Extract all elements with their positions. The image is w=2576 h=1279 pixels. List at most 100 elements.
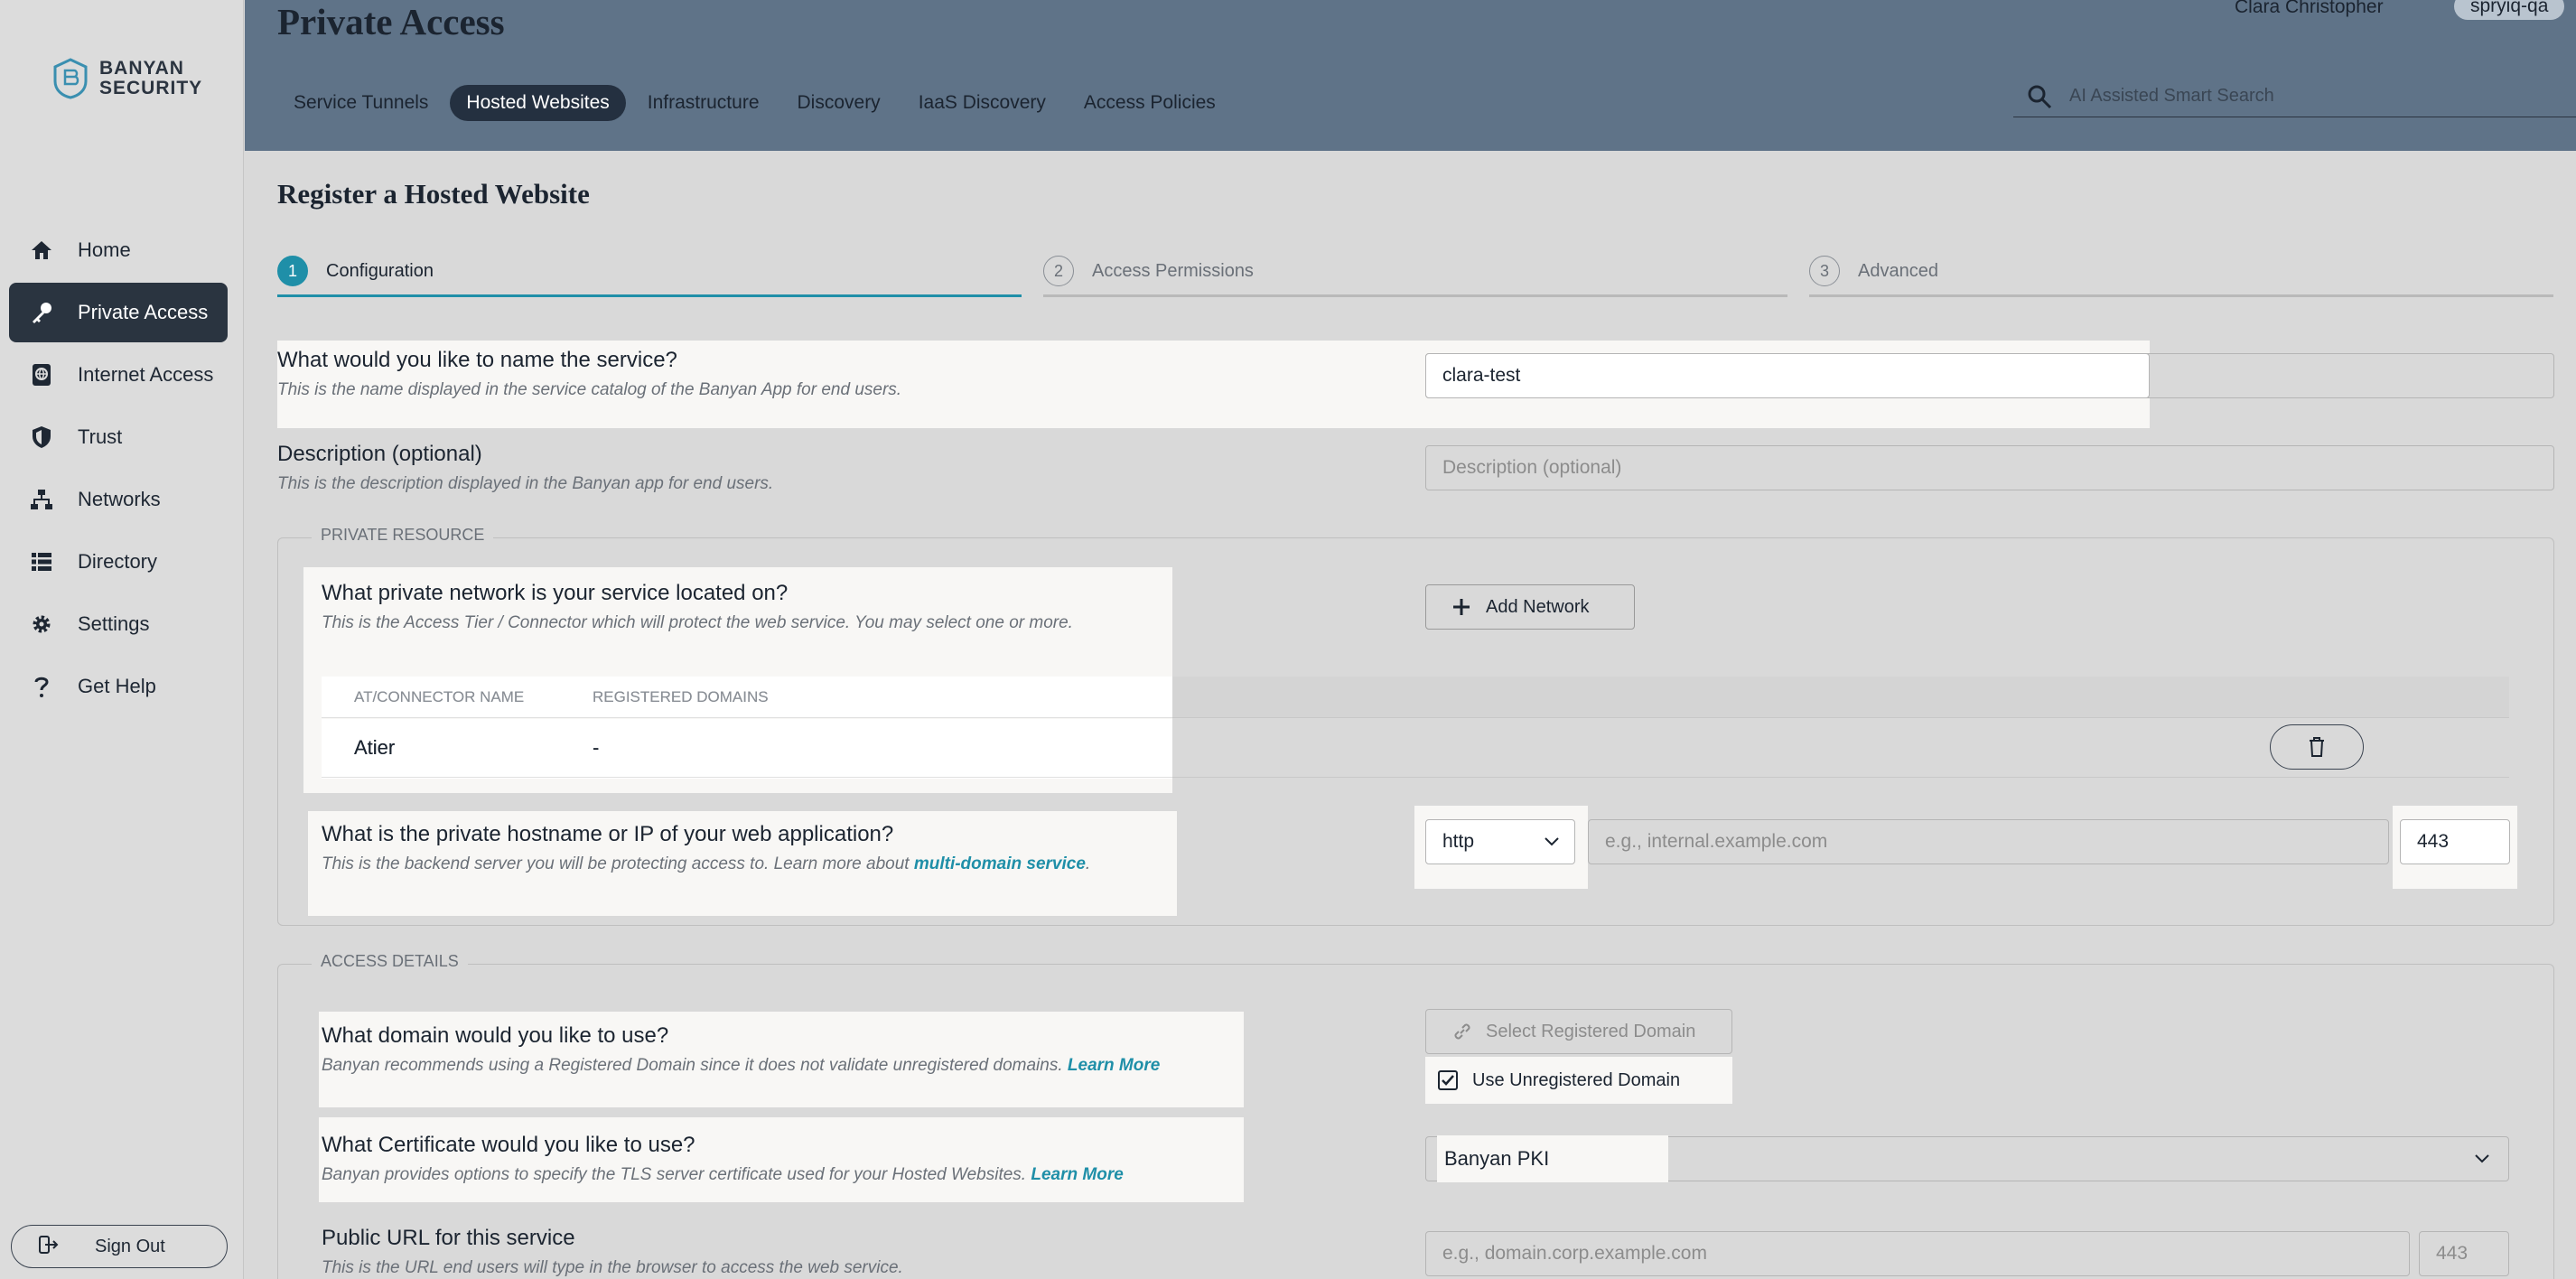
wizard-steps: 1 Configuration 2 Access Permissions 3 A… xyxy=(277,252,2553,297)
add-network-label: Add Network xyxy=(1486,596,1590,617)
sidebar-item-directory[interactable]: Directory xyxy=(9,532,228,592)
list-icon xyxy=(29,549,54,574)
home-icon xyxy=(29,238,54,263)
port-value: 443 xyxy=(2417,831,2450,852)
page-title: Private Access xyxy=(277,1,505,42)
tab-iaas-discovery[interactable]: IaaS Discovery xyxy=(902,85,1062,121)
learn-more-link[interactable]: Learn More xyxy=(1068,1056,1160,1075)
cert-question: What Certificate would you like to use? … xyxy=(322,1133,1124,1185)
sidebar-item-private-access[interactable]: Private Access xyxy=(9,283,228,342)
name-question: What would you like to name the service?… xyxy=(277,348,901,400)
chevron-down-icon xyxy=(2475,1154,2489,1163)
tab-service-tunnels[interactable]: Service Tunnels xyxy=(277,85,444,121)
host-help-text: This is the backend server you will be p… xyxy=(322,854,910,873)
host-question: What is the private hostname or IP of yo… xyxy=(322,822,1090,874)
key-icon xyxy=(29,300,54,325)
service-name-input[interactable]: clara-test xyxy=(1425,353,2150,398)
description-question: Description (optional) This is the descr… xyxy=(277,442,773,494)
registered-domains: - xyxy=(593,735,600,759)
step-label: Access Permissions xyxy=(1092,261,1254,281)
tab-infrastructure[interactable]: Infrastructure xyxy=(631,85,776,121)
description-input[interactable]: Description (optional) xyxy=(1425,445,2554,490)
org-badge[interactable]: spryiq-qa xyxy=(2454,0,2565,20)
sidebar-item-label: Directory xyxy=(78,550,158,573)
protocol-value: http xyxy=(1442,831,1475,852)
public-url-input[interactable]: e.g., domain.corp.example.com xyxy=(1425,1231,2410,1276)
main-content: Register a Hosted Website 1 Configuratio… xyxy=(245,151,2576,1279)
add-network-button[interactable]: Add Network xyxy=(1425,584,1635,630)
user-name[interactable]: Clara Christopher xyxy=(2235,0,2384,18)
sidebar-item-home[interactable]: Home xyxy=(9,220,228,280)
search-icon xyxy=(2028,85,2052,108)
step-configuration[interactable]: 1 Configuration xyxy=(277,252,1022,297)
question-title: What Certificate would you like to use? xyxy=(322,1133,695,1157)
section-tabs: Service Tunnels Hosted Websites Infrastr… xyxy=(277,85,1232,121)
public-url-port-value: 443 xyxy=(2436,1243,2469,1264)
smart-search xyxy=(2013,76,2576,117)
step-access-permissions[interactable]: 2 Access Permissions xyxy=(1043,252,1787,297)
tab-hosted-websites[interactable]: Hosted Websites xyxy=(450,85,626,121)
unregistered-label[interactable]: Use Unregistered Domain xyxy=(1472,1070,1680,1091)
sidebar-item-trust[interactable]: Trust xyxy=(9,407,228,467)
question-title: Public URL for this service xyxy=(322,1226,575,1250)
domain-question: What domain would you like to use? Banya… xyxy=(322,1023,1160,1076)
sidebar-item-get-help[interactable]: Get Help xyxy=(9,657,228,716)
port-input[interactable]: 443 xyxy=(2400,819,2510,864)
question-title: What is the private hostname or IP of yo… xyxy=(322,822,894,846)
public-url-placeholder: e.g., domain.corp.example.com xyxy=(1442,1243,1707,1264)
step-advanced[interactable]: 3 Advanced xyxy=(1809,252,2553,297)
sidebar-item-settings[interactable]: Settings xyxy=(9,594,228,654)
question-help: This is the description displayed in the… xyxy=(277,474,774,493)
private-resource-legend: PRIVATE RESOURCE xyxy=(312,526,494,545)
question-help: This is the backend server you will be p… xyxy=(322,854,1091,873)
sign-out-button[interactable]: Sign Out xyxy=(11,1225,228,1268)
logo-text: BANYAN SECURITY xyxy=(99,59,202,98)
question-help: Banyan provides options to specify the T… xyxy=(322,1165,1124,1185)
sidebar-item-label: Networks xyxy=(78,488,161,510)
sidebar-item-internet-access[interactable]: Internet Access xyxy=(9,345,228,405)
sign-out-icon xyxy=(39,1235,59,1258)
question-title: What private network is your service loc… xyxy=(322,581,789,605)
question-title: What would you like to name the service? xyxy=(277,348,677,372)
sidebar-nav: Home Private Access Internet Access Trus… xyxy=(9,220,228,719)
search-input[interactable] xyxy=(2069,86,2557,107)
tab-discovery[interactable]: Discovery xyxy=(781,85,897,121)
learn-more-link[interactable]: Learn More xyxy=(1031,1165,1123,1184)
unregistered-highlight: Use Unregistered Domain xyxy=(1425,1057,1732,1104)
step-number: 1 xyxy=(277,256,308,286)
tab-access-policies[interactable]: Access Policies xyxy=(1068,85,1232,121)
logo-line-1: BANYAN xyxy=(99,58,184,79)
certificate-value: Banyan PKI xyxy=(1444,1147,1550,1170)
banyan-logo-icon xyxy=(53,58,88,99)
hostname-input[interactable]: e.g., internal.example.com xyxy=(1588,819,2389,864)
unregistered-checkbox[interactable] xyxy=(1438,1070,1458,1090)
sidebar-item-label: Settings xyxy=(78,612,150,635)
connector-name: Atier xyxy=(354,735,396,759)
top-header: Private Access Clara Christopher spryiq-… xyxy=(245,0,2576,151)
sidebar-item-networks[interactable]: Networks xyxy=(9,470,228,529)
multi-domain-link[interactable]: multi-domain service xyxy=(914,854,1086,873)
step-label: Configuration xyxy=(326,261,434,281)
banyan-logo[interactable]: BANYAN SECURITY xyxy=(52,58,202,99)
step-number: 3 xyxy=(1809,256,1840,286)
question-help: This is the URL end users will type in t… xyxy=(322,1258,903,1277)
question-help: This is the name displayed in the servic… xyxy=(277,380,902,399)
question-title: What domain would you like to use? xyxy=(322,1023,669,1048)
network-icon xyxy=(29,487,54,512)
select-registered-domain-button[interactable]: Select Registered Domain xyxy=(1425,1009,1732,1054)
shield-icon xyxy=(29,425,54,450)
cert-help-text: Banyan provides options to specify the T… xyxy=(322,1165,1027,1184)
link-icon xyxy=(1454,1023,1470,1040)
domain-help-text: Banyan recommends using a Registered Dom… xyxy=(322,1056,1063,1075)
public-url-port[interactable]: 443 xyxy=(2419,1231,2509,1276)
protocol-select[interactable]: http xyxy=(1425,819,1575,864)
access-details-legend: ACCESS DETAILS xyxy=(312,952,468,971)
sidebar-item-label: Trust xyxy=(78,425,123,448)
network-question: What private network is your service loc… xyxy=(322,581,1073,633)
sidebar-item-label: Private Access xyxy=(78,301,209,323)
question-title: Description (optional) xyxy=(277,442,482,466)
question-help: This is the Access Tier / Connector whic… xyxy=(322,613,1073,632)
step-number: 2 xyxy=(1043,256,1074,286)
delete-row-button[interactable] xyxy=(2270,724,2364,770)
sign-out-label: Sign Out xyxy=(95,1236,165,1256)
